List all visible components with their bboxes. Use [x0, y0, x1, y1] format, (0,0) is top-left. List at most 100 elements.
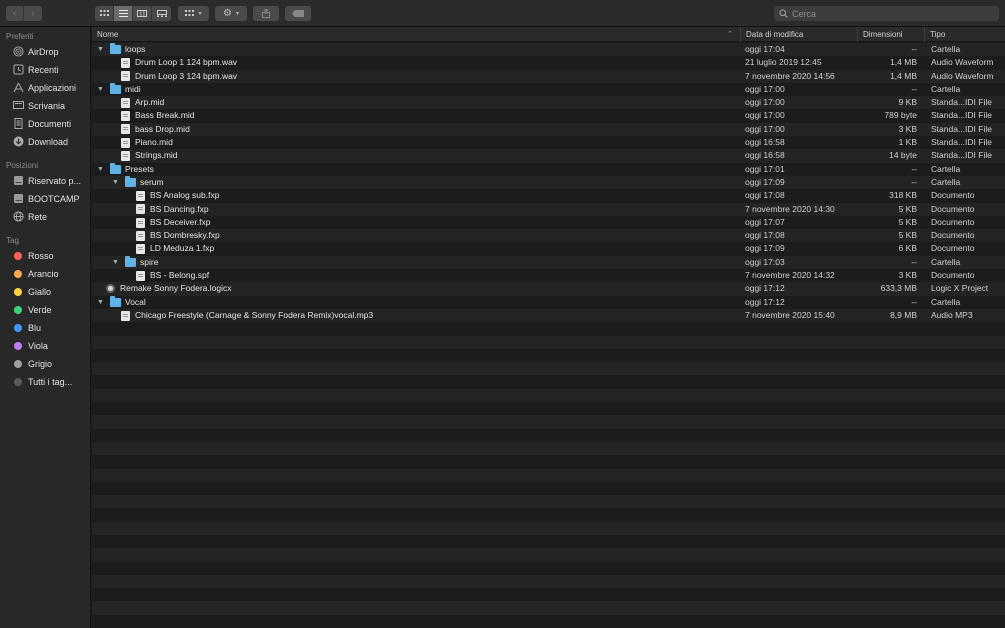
sidebar-item-applicazioni[interactable]: Applicazioni	[0, 79, 91, 96]
sidebar-tag-viola[interactable]: Viola	[0, 337, 91, 354]
column-header-name[interactable]: Nome ⌃	[92, 27, 740, 42]
empty-row	[92, 348, 1005, 363]
table-row[interactable]: BS Dombresky.fxp oggi 17:08 5 KB Documento	[92, 229, 1005, 243]
disclosure-triangle-icon[interactable]: ▼	[96, 43, 105, 56]
sidebar-tag-blu[interactable]: Blu	[0, 319, 91, 336]
name-cell: BS Dombresky.fxp	[92, 229, 740, 242]
table-row[interactable]: Bass Break.mid oggi 17:00 789 byte Standa..…	[92, 109, 1005, 123]
sidebar-tag-verde[interactable]: Verde	[0, 301, 91, 318]
table-row[interactable]: ▼ Presets oggi 17:01 -- Cartella	[92, 162, 1005, 176]
file-name: LD Meduza 1.fxp	[150, 243, 215, 254]
file-size: 1,4 MB	[890, 70, 917, 81]
sidebar-item-riservato[interactable]: Riservato p...	[0, 172, 91, 189]
file-type: Documento	[931, 203, 975, 214]
modified-date: 7 novembre 2020 14:56	[745, 70, 835, 81]
table-row[interactable]: LD Meduza 1.fxp oggi 17:09 6 KB Documento	[92, 242, 1005, 256]
sidebar-item-rete[interactable]: Rete	[0, 208, 91, 225]
tag-color-dot	[14, 305, 22, 314]
table-row[interactable]: BS - Belong.spf 7 novembre 2020 14:32 3 KB…	[92, 269, 1005, 283]
gallery-view-button[interactable]	[152, 6, 171, 21]
sidebar-item-documenti[interactable]: Documenti	[0, 115, 91, 132]
sidebar-tag-giallo[interactable]: Giallo	[0, 283, 91, 300]
search-input[interactable]	[792, 8, 982, 19]
view-mode-group	[95, 6, 171, 21]
file-size: --	[911, 256, 917, 267]
table-row[interactable]: bass Drop.mid oggi 17:00 3 KB Standa...IDI …	[92, 122, 1005, 137]
table-row[interactable]: Arp.mid oggi 17:00 9 KB Standa...IDI File	[92, 96, 1005, 110]
modified-date: oggi 17:00	[745, 83, 785, 94]
column-header-label: Data di modifica	[746, 30, 804, 39]
column-header-type[interactable]: Tipo	[924, 27, 1005, 42]
table-row[interactable]: ▼ spire oggi 17:03 -- Cartella	[92, 255, 1005, 270]
disclosure-triangle-icon[interactable]: ▼	[111, 256, 120, 269]
column-header-date[interactable]: Data di modifica	[740, 27, 857, 42]
sidebar-tag-grigio[interactable]: Grigio	[0, 355, 91, 372]
table-row[interactable]: Strings.mid oggi 16:58 14 byte Standa...IDI…	[92, 149, 1005, 163]
icon-view-button[interactable]	[95, 6, 114, 21]
column-header-label: Dimensioni	[863, 30, 903, 39]
sidebar-item-download[interactable]: Download	[0, 133, 91, 150]
forward-button[interactable]: ›	[24, 6, 42, 21]
table-row[interactable]: BS Dancing.fxp 7 novembre 2020 14:30 5 KB D…	[92, 202, 1005, 216]
table-row[interactable]: ▼ loops oggi 17:04 -- Cartella	[92, 43, 1005, 57]
sidebar-item-scrivania[interactable]: Scrivania	[0, 97, 91, 114]
file-icon	[121, 310, 130, 321]
sidebar-tag-rosso[interactable]: Rosso	[0, 247, 91, 264]
action-button[interactable]: ⚙ ▾	[215, 6, 247, 21]
table-row[interactable]: Drum Loop 3 124 bpm.wav 7 novembre 2020 1…	[92, 69, 1005, 83]
file-size: --	[911, 44, 917, 54]
disclosure-triangle-icon[interactable]: ▼	[96, 296, 105, 309]
table-row[interactable]: ▼ Vocal oggi 17:12 -- Cartella	[92, 295, 1005, 309]
file-size: 3 KB	[898, 123, 917, 134]
table-row[interactable]: ▼ serum oggi 17:09 -- Cartella	[92, 175, 1005, 190]
table-row[interactable]: BS Deceiver.fxp oggi 17:07 5 KB Documento	[92, 215, 1005, 230]
list-view-button[interactable]	[114, 6, 133, 21]
disclosure-triangle-icon[interactable]: ▼	[96, 83, 105, 96]
sidebar-tag-all[interactable]: Tutti i tag...	[0, 373, 91, 390]
sidebar-item-label: Documenti	[28, 118, 72, 129]
name-cell: ▼ Presets	[92, 162, 740, 176]
group-by-menu[interactable]: ▾	[178, 6, 209, 21]
file-name: BS Analog sub.fxp	[150, 190, 220, 201]
file-type: Audio Waveform	[931, 70, 994, 81]
table-row[interactable]: BS Analog sub.fxp oggi 17:08 318 KB Documen…	[92, 189, 1005, 203]
share-button[interactable]	[253, 6, 279, 21]
folder-icon	[125, 255, 136, 267]
disk-icon	[12, 193, 24, 205]
chevron-right-icon: ›	[31, 8, 35, 19]
table-row[interactable]: ▼ midi oggi 17:00 -- Cartella	[92, 82, 1005, 97]
file-type: Audio MP3	[931, 309, 973, 320]
sidebar-tag-arancio[interactable]: Arancio	[0, 265, 91, 282]
file-size: 5 KB	[898, 230, 917, 241]
disclosure-triangle-icon[interactable]: ▼	[111, 176, 120, 189]
table-row[interactable]: Chicago Freestyle (Carnage & Sonny Foder…	[92, 308, 1005, 323]
group-by-button[interactable]: ▾	[178, 6, 209, 21]
file-name: serum	[140, 176, 164, 187]
file-type: Standa...IDI File	[931, 110, 992, 121]
sidebar-item-bootcamp[interactable]: BOOTCAMP	[0, 190, 91, 207]
tag-icon	[292, 10, 304, 17]
file-size: --	[911, 83, 917, 94]
clock-icon	[12, 64, 24, 76]
file-type: Audio Waveform	[931, 57, 994, 68]
table-row[interactable]: Remake Sonny Fodera.logicx oggi 17:12 633,…	[92, 282, 1005, 296]
file-size: 789 byte	[884, 110, 917, 121]
back-button[interactable]: ‹	[6, 6, 24, 21]
column-view-button[interactable]	[133, 6, 152, 21]
table-row[interactable]: Piano.mid oggi 16:58 1 KB Standa...IDI File	[92, 136, 1005, 150]
table-row[interactable]: Drum Loop 1 124 bpm.wav 21 luglio 2019 12…	[92, 56, 1005, 70]
file-type: Cartella	[931, 83, 961, 94]
empty-row	[92, 588, 1005, 602]
sidebar-item-label: Riservato p...	[28, 175, 82, 186]
search-field[interactable]	[774, 6, 999, 21]
action-menu[interactable]: ⚙ ▾	[215, 6, 247, 21]
name-cell: Drum Loop 3 124 bpm.wav	[92, 70, 740, 83]
file-type: Standa...IDI File	[931, 137, 992, 148]
column-header-size[interactable]: Dimensioni	[857, 27, 924, 42]
empty-row	[92, 468, 1005, 482]
sidebar-item-airdrop[interactable]: AirDrop	[0, 43, 91, 60]
sidebar-item-recenti[interactable]: Recenti	[0, 61, 91, 78]
disclosure-triangle-icon[interactable]: ▼	[96, 163, 105, 176]
file-name: Chicago Freestyle (Carnage & Sonny Foder…	[135, 309, 374, 320]
edit-tags-button[interactable]	[285, 6, 311, 21]
